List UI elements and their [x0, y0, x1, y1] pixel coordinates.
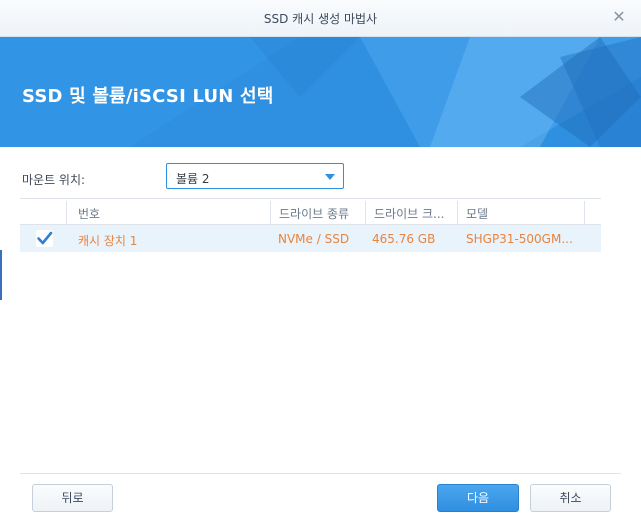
- table-header: 번호 드라이브 종류 드라이브 크... 모델: [20, 198, 601, 225]
- cell-drive-type: NVMe / SSD: [278, 232, 350, 246]
- cell-number: 캐시 장치 1: [78, 234, 138, 248]
- chevron-down-icon[interactable]: [325, 174, 335, 180]
- footer-divider: [20, 473, 621, 474]
- column-separator: [66, 201, 67, 224]
- cell-model: SHGP31-500GM...: [466, 232, 573, 246]
- window-title: SSD 캐시 생성 마법사: [263, 12, 378, 26]
- cancel-button[interactable]: 취소: [530, 484, 611, 512]
- column-separator: [457, 201, 458, 224]
- next-button[interactable]: 다음: [437, 484, 519, 512]
- back-button[interactable]: 뒤로: [32, 484, 113, 512]
- close-icon[interactable]: ✕: [611, 9, 627, 25]
- ssd-cache-wizard-window: SSD 캐시 생성 마법사 ✕ SSD 및 볼륨/iSCSI LUN 선택 마운…: [0, 0, 641, 519]
- column-header-model[interactable]: 모델: [466, 205, 576, 222]
- mount-location-value: 볼륨 2: [176, 172, 210, 186]
- drive-table: 번호 드라이브 종류 드라이브 크... 모델 캐시 장치 1 NVMe / S…: [20, 198, 601, 254]
- column-separator: [365, 201, 366, 224]
- window-edge-accent: [0, 250, 2, 300]
- column-separator: [584, 201, 585, 224]
- wizard-banner: SSD 및 볼륨/iSCSI LUN 선택: [0, 37, 641, 147]
- column-header-drive-size[interactable]: 드라이브 크...: [374, 205, 456, 222]
- row-checkbox[interactable]: [36, 230, 53, 247]
- column-separator: [270, 201, 271, 224]
- column-header-number[interactable]: 번호: [78, 205, 268, 222]
- mount-location-label: 마운트 위치:: [22, 173, 86, 187]
- banner-title: SSD 및 볼륨/iSCSI LUN 선택: [22, 86, 274, 107]
- table-row[interactable]: 캐시 장치 1 NVMe / SSD 465.76 GB SHGP31-500G…: [20, 225, 601, 252]
- mount-location-select[interactable]: 볼륨 2: [166, 163, 344, 189]
- column-header-drive-type[interactable]: 드라이브 종류: [279, 205, 365, 222]
- checkmark-icon: [37, 231, 53, 245]
- title-bar: SSD 캐시 생성 마법사 ✕: [0, 0, 641, 37]
- cell-drive-size: 465.76 GB: [372, 232, 436, 246]
